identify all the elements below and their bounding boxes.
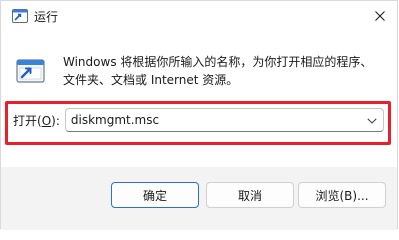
chevron-down-icon <box>367 113 377 127</box>
dropdown-button[interactable] <box>361 109 383 131</box>
close-button[interactable] <box>369 6 391 28</box>
close-icon <box>375 10 385 24</box>
description-line-2: 文件夹、文档或 Internet 资源。 <box>63 73 239 87</box>
open-label: 打开(O): <box>13 113 60 128</box>
open-row: 打开(O): diskmgmt.msc <box>13 108 384 132</box>
browse-button[interactable]: 浏览(B)... <box>298 182 386 208</box>
open-input[interactable]: diskmgmt.msc <box>66 113 361 127</box>
run-dialog: 运行 Windows 将根据你所输入的名称，为你打开相应的程序、 文件夹、文档或… <box>0 0 398 230</box>
window-title: 运行 <box>34 10 59 24</box>
cancel-button[interactable]: 取消 <box>206 182 294 208</box>
description: Windows 将根据你所输入的名称，为你打开相应的程序、 文件夹、文档或 In… <box>63 53 383 89</box>
run-icon <box>12 9 28 23</box>
open-combobox[interactable]: diskmgmt.msc <box>64 108 384 132</box>
title-bar: 运行 <box>1 1 397 33</box>
ok-button[interactable]: 确定 <box>111 182 199 208</box>
run-dialog-icon <box>16 57 46 85</box>
description-line-1: Windows 将根据你所输入的名称，为你打开相应的程序、 <box>63 55 373 69</box>
